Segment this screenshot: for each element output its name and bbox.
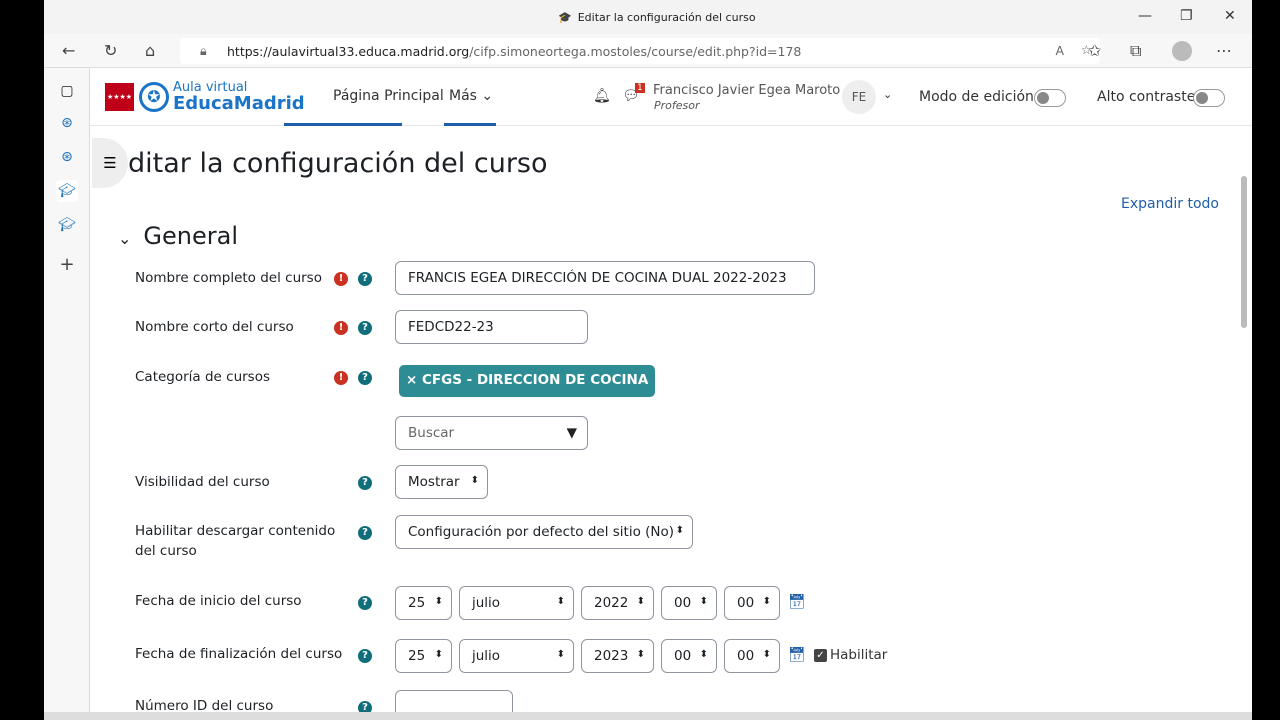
more-icon[interactable]: ⋯ (1216, 41, 1232, 60)
enable-end-label: Habilitar (830, 647, 888, 663)
scrollbar[interactable] (1241, 176, 1247, 328)
start-year-select[interactable]: 2022 (581, 586, 654, 620)
favorites-icon[interactable]: ✩ (1088, 41, 1101, 60)
message-badge: 1 (635, 83, 645, 93)
contrast-toggle[interactable] (1193, 89, 1225, 107)
restore-button[interactable]: ❐ (1180, 8, 1193, 24)
home-icon[interactable]: ⌂ (145, 41, 155, 60)
visibility-select[interactable]: Mostrar (395, 465, 488, 499)
avatar[interactable]: FE (842, 80, 876, 114)
enable-end-checkbox[interactable]: ✓ (814, 649, 827, 662)
profile-icon[interactable] (1172, 41, 1192, 61)
help-icon[interactable]: ? (358, 701, 372, 712)
fullname-input[interactable]: FRANCIS EGEA DIRECCIÓN DE COCINA DUAL 20… (395, 261, 815, 295)
taskbar-strip (44, 712, 1252, 720)
calendar-icon[interactable]: 📅︎ (788, 647, 806, 663)
browser-sidebar: ▢ ⊛ ⊛ 🎓︎ 🎓︎ + (44, 68, 90, 712)
end-minute-select[interactable]: 00 (724, 639, 780, 673)
calendar-icon[interactable]: 📅︎ (788, 594, 806, 610)
madrid-flag-logo: ★★★★ (105, 83, 134, 111)
contrast-label: Alto contraste (1097, 89, 1196, 105)
minimize-button[interactable]: — (1138, 8, 1152, 24)
start-hour-select[interactable]: 00 (661, 586, 717, 620)
course-index-toggle[interactable]: ☰ (92, 138, 128, 188)
end-day-select[interactable]: 25 (395, 639, 452, 673)
page-title: ditar la configuración del curso (128, 148, 548, 179)
help-icon[interactable]: ? (358, 476, 372, 490)
edit-mode-toggle[interactable] (1034, 89, 1066, 107)
start-month-select[interactable]: julio (459, 586, 574, 620)
graduation-cap-icon: 🎓 (558, 11, 572, 24)
idnumber-input[interactable] (395, 690, 513, 712)
start-day-select[interactable]: 25 (395, 586, 452, 620)
end-month-select[interactable]: julio (459, 639, 574, 673)
app-icon[interactable]: ⊛ (56, 112, 78, 134)
chevron-down-icon: ⌄ (118, 229, 132, 248)
help-icon[interactable]: ? (358, 272, 372, 286)
nav-more[interactable]: Más ⌄ (449, 88, 493, 104)
chevron-down-icon[interactable]: ⌄ (883, 88, 892, 101)
user-role: Profesor (654, 99, 700, 112)
list-icon: ☰ (103, 154, 117, 172)
help-icon[interactable]: ? (358, 649, 372, 663)
nav-home[interactable]: Página Principal (333, 88, 444, 104)
shortname-input[interactable]: FEDCD22-23 (395, 310, 588, 344)
section-general[interactable]: ⌄ General (118, 222, 238, 250)
help-icon[interactable]: ? (358, 371, 372, 385)
tabs-icon[interactable]: ▢ (56, 80, 78, 102)
required-icon: ! (334, 321, 348, 335)
help-icon[interactable]: ? (358, 321, 372, 335)
read-aloud-icon[interactable]: A (1055, 43, 1064, 58)
title-bar: 🎓 Editar la configuración del curso — ❐ ✕ (44, 0, 1252, 34)
edit-mode-label: Modo de edición (919, 89, 1034, 105)
close-button[interactable]: ✕ (1224, 8, 1236, 24)
add-icon[interactable]: + (56, 254, 78, 276)
graduation-cap-icon[interactable]: 🎓︎ (56, 214, 78, 236)
app-icon[interactable]: ⊛ (56, 146, 78, 168)
moodle-page: ★★★★ ✪ Aula virtual EducaMadrid Página P… (90, 68, 1252, 712)
browser-window: 🎓 Editar la configuración del curso — ❐ ✕… (44, 0, 1252, 712)
end-year-select[interactable]: 2023 (581, 639, 654, 673)
address-bar-row: ← ↻ ⌂ 🔒︎ https://aulavirtual33.educa.madr… (44, 34, 1252, 68)
download-select[interactable]: Configuración por defecto del sitio (No) (395, 515, 693, 549)
refresh-icon[interactable]: ↻ (104, 41, 117, 60)
nav-underline (284, 123, 402, 126)
required-icon: ! (334, 272, 348, 286)
graduation-cap-icon[interactable]: 🎓︎ (56, 180, 78, 202)
end-hour-select[interactable]: 00 (661, 639, 717, 673)
user-name[interactable]: Francisco Javier Egea Maroto (653, 83, 840, 98)
category-tag[interactable]: × CFGS - DIRECCION DE COCINA (399, 365, 656, 397)
required-icon: ! (334, 371, 348, 385)
help-icon[interactable]: ? (358, 596, 372, 610)
top-navbar: ★★★★ ✪ Aula virtual EducaMadrid Página P… (90, 68, 1252, 126)
start-minute-select[interactable]: 00 (724, 586, 780, 620)
bell-icon[interactable]: 🔔︎ (593, 88, 611, 104)
back-icon[interactable]: ← (62, 41, 75, 60)
educamadrid-logo[interactable]: ✪ (139, 82, 169, 112)
expand-all-link[interactable]: Expandir todo (1121, 196, 1219, 212)
category-search[interactable]: Buscar ▼ (395, 416, 588, 450)
nav-underline (444, 123, 496, 126)
window-title: Editar la configuración del curso (577, 11, 756, 24)
lock-icon: 🔒︎ (200, 43, 207, 58)
dropdown-arrow-icon: ▼ (566, 425, 577, 441)
url-input[interactable]: 🔒︎ https://aulavirtual33.educa.madrid.org… (180, 38, 1100, 64)
collections-icon[interactable]: ⧉ (1130, 41, 1141, 61)
help-icon[interactable]: ? (358, 526, 372, 540)
